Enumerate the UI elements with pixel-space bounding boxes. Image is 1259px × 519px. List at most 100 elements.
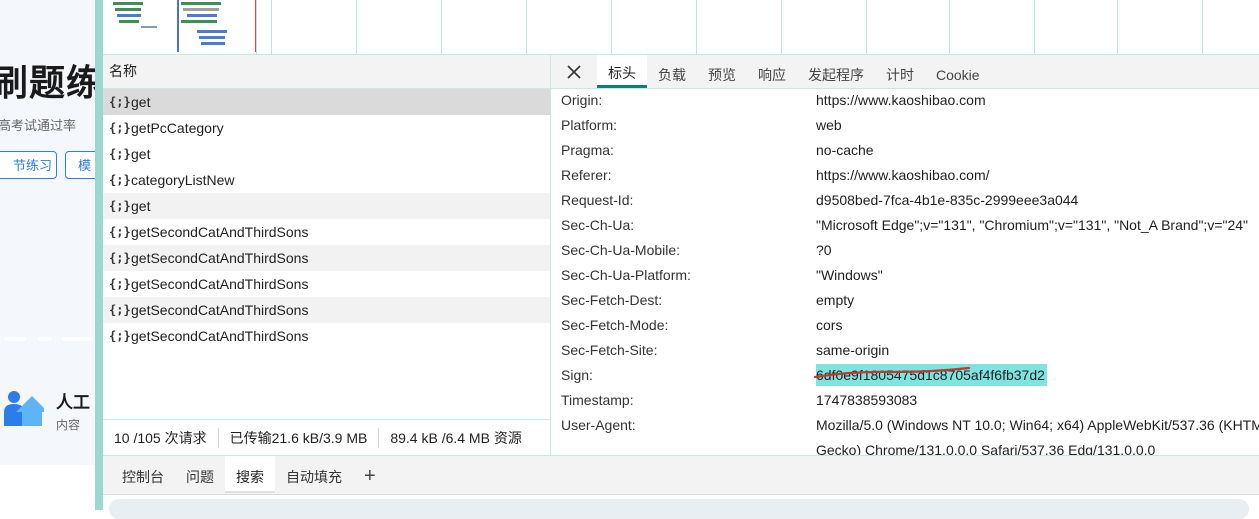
header-key: Sec-Ch-Ua: [561,217,635,233]
header-value[interactable]: https://www.kaoshibao.com [816,89,986,111]
header-row-referer: Referer: https://www.kaoshibao.com/ [551,164,1259,189]
close-detail-button[interactable] [551,55,597,88]
network-overview[interactable] [103,0,1259,55]
transferred-size: 已传输21.6 kB/3.9 MB [229,429,368,446]
tab-preview[interactable]: 预览 [697,55,747,88]
overview-waterfall [111,0,257,52]
header-key: Sec-Fetch-Dest: [561,292,663,308]
request-name: getPcCategory [131,120,224,136]
header-row-platform: Platform: web [551,114,1259,139]
request-row[interactable]: {;} get [103,141,550,167]
header-value[interactable]: Gecko) Chrome/131.0.0.0 Safari/537.36 Ed… [816,439,1155,455]
carousel-dots[interactable] [0,337,95,341]
request-row[interactable]: {;} getSecondCatAndThirdSons [103,245,550,271]
header-value[interactable]: "Windows" [816,264,883,286]
request-name: getSecondCatAndThirdSons [131,302,309,318]
header-row-sec-fetch-mode: Sec-Fetch-Mode: cors [551,314,1259,339]
request-name: getSecondCatAndThirdSons [131,224,309,240]
header-value[interactable]: d9508bed-7fca-4b1e-835c-2999eee3a044 [816,189,1078,211]
ai-feature-title: 人工 [56,393,90,412]
request-row[interactable]: {;} getSecondCatAndThirdSons [103,219,550,245]
header-key: Request-Id: [561,192,634,208]
devtools-panel: 名称 {;} get {;} getPcCategory {;} get {;}… [103,0,1259,519]
tab-initiator[interactable]: 发起程序 [797,55,875,88]
website-background: 刷题练 高考试通过率 节练习 模 人工 内容 [0,0,95,510]
fetch-icon: {;} [109,277,131,291]
network-summary-bar: 10 /105 次请求 已传输21.6 kB/3.9 MB 89.4 kB /6… [103,419,550,455]
request-row[interactable]: {;} getSecondCatAndThirdSons [103,297,550,323]
tab-response[interactable]: 响应 [747,55,797,88]
carousel-dot[interactable] [62,337,92,341]
search-bar-area [103,494,1259,519]
fetch-icon: {;} [109,121,131,135]
carousel-dot[interactable] [4,337,26,341]
header-key: Sign: [561,367,593,383]
tab-search[interactable]: 搜索 [225,456,275,493]
header-value[interactable]: same-origin [816,339,889,361]
request-row[interactable]: {;} get [103,89,550,115]
header-row-pragma: Pragma: no-cache [551,139,1259,164]
tab-autofill[interactable]: 自动填充 [275,456,353,493]
tab-cookies[interactable]: Cookie [925,55,991,88]
header-row-sec-ch-ua-mobile: Sec-Ch-Ua-Mobile: ?0 [551,239,1259,264]
header-value[interactable]: empty [816,289,854,311]
tab-console[interactable]: 控制台 [111,456,175,493]
fetch-icon: {;} [109,303,131,317]
request-detail-pane: 标头 负载 预览 响应 发起程序 计时 Cookie Origin: https:… [551,55,1259,455]
header-key: Sec-Ch-Ua-Mobile: [561,242,681,258]
tab-payload[interactable]: 负载 [647,55,697,88]
header-value[interactable]: no-cache [816,139,874,161]
header-row-sec-ch-ua-platform: Sec-Ch-Ua-Platform: "Windows" [551,264,1259,289]
header-row-sec-ch-ua: Sec-Ch-Ua: "Microsoft Edge";v="131", "Chr… [551,214,1259,239]
tab-timing[interactable]: 计时 [875,55,925,88]
request-row[interactable]: {;} categoryListNew [103,167,550,193]
tab-headers[interactable]: 标头 [597,55,647,88]
request-name: get [131,94,151,110]
fetch-icon: {;} [109,225,131,239]
resource-size: 89.4 kB /6.4 MB 资源 [390,429,522,446]
header-key: User-Agent: [561,417,636,433]
ai-user-icon [4,391,44,426]
request-row[interactable]: {;} getSecondCatAndThirdSons [103,271,550,297]
header-value[interactable]: https://www.kaoshibao.com/ [816,164,990,186]
tab-issues[interactable]: 问题 [175,456,225,493]
request-headers-list: Origin: https://www.kaoshibao.com Platfor… [551,89,1259,455]
mock-exam-button[interactable]: 模 [65,151,95,179]
request-name: get [131,146,151,162]
header-key: Referer: [561,167,612,183]
header-key: Origin: [561,92,603,108]
header-key: Pragma: [561,142,614,158]
name-column-header[interactable]: 名称 [103,55,550,89]
chapter-practice-button[interactable]: 节练习 [0,151,57,179]
fetch-icon: {;} [109,199,131,213]
hero-subtitle: 高考试通过率 [0,118,77,133]
request-list: 名称 {;} get {;} getPcCategory {;} get {;}… [103,55,551,455]
carousel-dot[interactable] [38,337,52,341]
request-row[interactable]: {;} get [103,193,550,219]
header-key: Platform: [561,117,618,133]
header-value[interactable]: "Microsoft Edge";v="131", "Chromium";v="… [816,214,1248,236]
search-input[interactable] [109,499,1249,519]
bottom-drawer: 控制台 问题 搜索 自动填充 + [103,455,1259,519]
request-name: getSecondCatAndThirdSons [131,276,309,292]
header-value[interactable]: ?0 [816,239,832,261]
header-row-request-id: Request-Id: d9508bed-7fca-4b1e-835c-2999e… [551,189,1259,214]
header-value[interactable]: cors [816,314,842,336]
detail-tabbar: 标头 负载 预览 响应 发起程序 计时 Cookie [551,55,1259,89]
add-tab-button[interactable]: + [353,456,387,493]
fetch-icon: {;} [109,251,131,265]
devtools-edge[interactable] [95,0,103,510]
header-value[interactable]: Mozilla/5.0 (Windows NT 10.0; Win64; x64… [816,414,1259,436]
request-name: categoryListNew [131,172,235,188]
request-name: get [131,198,151,214]
header-value[interactable]: web [816,114,842,136]
header-row-origin: Origin: https://www.kaoshibao.com [551,89,1259,114]
header-row-sec-fetch-site: Sec-Fetch-Site: same-origin [551,339,1259,364]
header-value[interactable]: 1747838593083 [816,389,917,411]
fetch-icon: {;} [109,95,131,109]
request-row[interactable]: {;} getPcCategory [103,115,550,141]
drawer-tabbar: 控制台 问题 搜索 自动填充 + [103,456,1259,493]
fetch-icon: {;} [109,329,131,343]
hero-title: 刷题练 [0,62,95,103]
request-row[interactable]: {;} getSecondCatAndThirdSons [103,323,550,349]
